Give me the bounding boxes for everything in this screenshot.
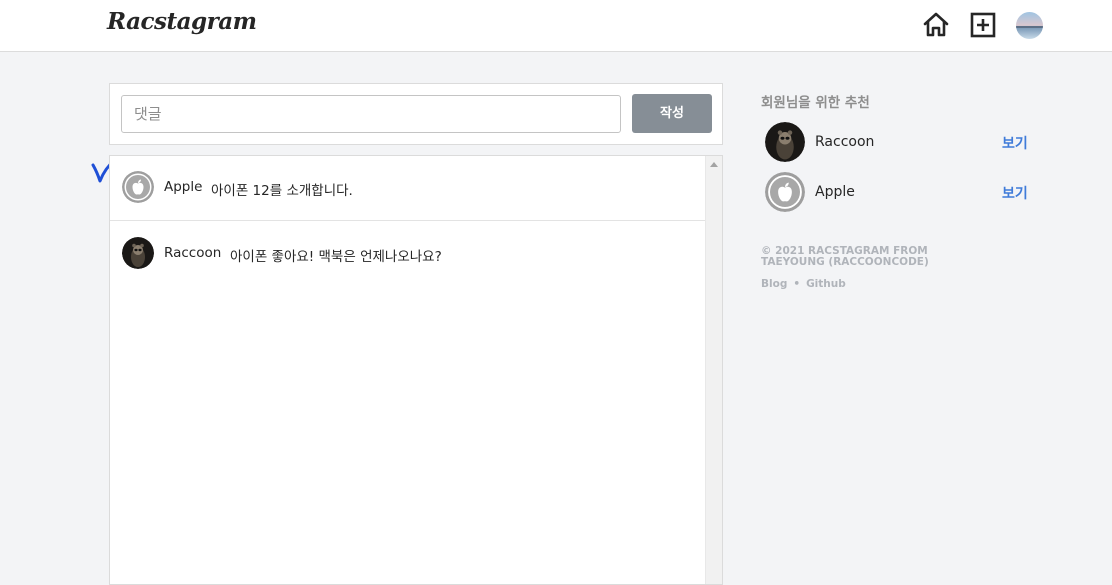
footer-separator: •	[793, 278, 801, 290]
profile-avatar[interactable]	[1016, 12, 1043, 39]
comment-list-scrollbar[interactable]	[705, 156, 722, 584]
comment-input[interactable]	[121, 95, 621, 133]
comment-text: 아이폰 좋아요! 맥북은 언제나오나요?	[230, 249, 442, 265]
view-profile-link[interactable]: 보기	[1002, 183, 1028, 203]
comment-row: Apple 아이폰 12를 소개합니다.	[110, 156, 705, 221]
top-navigation-bar: Racstagram	[0, 0, 1112, 52]
footer-copyright: © 2021 RACSTAGRAM FROM TAEYOUNG (RACCOON…	[761, 245, 929, 268]
comment-text: 아이폰 12를 소개합니다.	[211, 183, 353, 199]
comment-row: Raccoon 아이폰 좋아요! 맥북은 언제나오나요?	[110, 221, 705, 285]
footer-link-blog[interactable]: Blog	[761, 278, 787, 290]
raccoon-avatar[interactable]	[765, 122, 805, 162]
submit-comment-button[interactable]: 작성	[632, 94, 712, 133]
raccoon-photo-icon	[765, 122, 805, 162]
app-logo[interactable]: Racstagram	[107, 8, 257, 35]
home-icon[interactable]	[922, 11, 950, 39]
recommendation-name[interactable]: Apple	[815, 184, 855, 200]
raccoon-avatar[interactable]	[122, 237, 154, 269]
recommendation-item: Apple 보기	[765, 172, 1035, 214]
apple-logo-icon	[122, 171, 154, 203]
comment-form: 작성	[109, 83, 723, 145]
add-post-icon[interactable]	[969, 11, 997, 39]
footer-links: Blog • Github	[761, 278, 846, 290]
comment-list: Apple 아이폰 12를 소개합니다. Raccoon 아이폰 좋아요! 맥북…	[109, 155, 723, 585]
scroll-up-arrow-icon[interactable]	[710, 162, 718, 167]
footer-link-github[interactable]: Github	[806, 278, 846, 290]
comment-author[interactable]: Raccoon	[164, 245, 221, 261]
apple-logo-icon	[765, 172, 805, 212]
recommendation-name[interactable]: Raccoon	[815, 134, 874, 150]
recommendation-title: 회원님을 위한 추천	[761, 95, 870, 111]
recommendation-item: Raccoon 보기	[765, 122, 1035, 164]
comment-author[interactable]: Apple	[164, 179, 202, 195]
apple-avatar[interactable]	[122, 171, 154, 203]
view-profile-link[interactable]: 보기	[1002, 133, 1028, 153]
apple-avatar[interactable]	[765, 172, 805, 212]
raccoon-photo-icon	[122, 237, 154, 269]
